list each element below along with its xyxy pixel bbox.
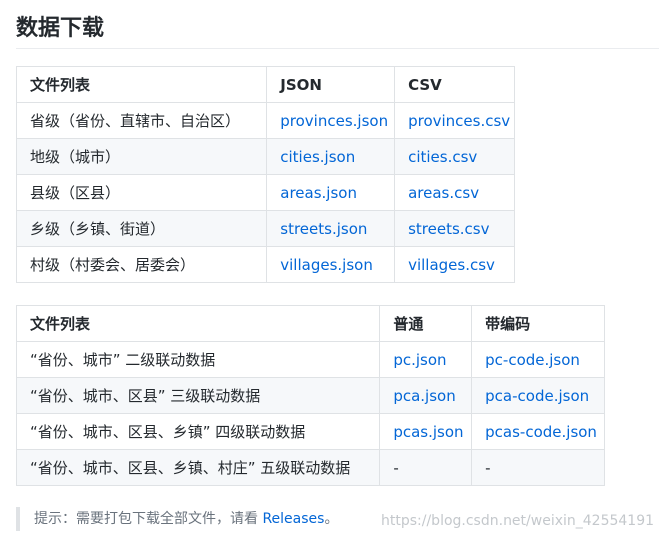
json-cell: areas.json [266, 174, 396, 211]
file-name-cell: “省份、城市、区县、乡镇” 四级联动数据 [15, 413, 381, 450]
json-cell: provinces.json [266, 102, 396, 139]
table-row: “省份、城市、区县、乡镇、村庄” 五级联动数据 - - [15, 449, 605, 486]
column-header-json: JSON [266, 66, 396, 103]
tip-text: 提示：需要打包下载全部文件，请看 [34, 511, 258, 527]
csv-file-link[interactable]: cities.csv [408, 148, 477, 166]
file-name-cell: “省份、城市、区县、乡镇、村庄” 五级联动数据 [15, 449, 381, 486]
plain-file-link[interactable]: pc.json [393, 351, 446, 369]
csv-cell: villages.csv [394, 246, 515, 283]
csv-cell: streets.csv [394, 210, 515, 247]
column-header-plain: 普通 [379, 305, 473, 342]
plain-cell: pc.json [379, 341, 473, 378]
file-name-cell: 省级（省份、直辖市、自治区） [15, 102, 268, 139]
table-row: “省份、城市” 二级联动数据 pc.json pc-code.json [15, 341, 605, 378]
file-name-cell: 村级（村委会、居委会） [15, 246, 268, 283]
csv-cell: cities.csv [394, 138, 515, 175]
json-cell: streets.json [266, 210, 396, 247]
file-name-cell: 县级（区县） [15, 174, 268, 211]
json-file-link[interactable]: streets.json [280, 220, 367, 238]
coded-cell: pc-code.json [471, 341, 605, 378]
table-row: “省份、城市、区县” 三级联动数据 pca.json pca-code.json [15, 377, 605, 414]
table-row: 乡级（乡镇、街道） streets.json streets.csv [15, 210, 515, 247]
coded-cell: - [471, 449, 605, 486]
json-file-link[interactable]: provinces.json [280, 112, 388, 130]
csv-file-link[interactable]: streets.csv [408, 220, 489, 238]
csv-cell: provinces.csv [394, 102, 515, 139]
unavailable-dash: - [485, 458, 491, 477]
plain-cell: pca.json [379, 377, 473, 414]
coded-file-link[interactable]: pca-code.json [485, 387, 589, 405]
table-row: 地级（城市） cities.json cities.csv [15, 138, 515, 175]
table-row: “省份、城市、区县、乡镇” 四级联动数据 pcas.json pcas-code… [15, 413, 605, 450]
json-file-link[interactable]: areas.json [280, 184, 357, 202]
plain-cell: - [379, 449, 473, 486]
table-header-row: 文件列表 普通 带编码 [15, 305, 605, 342]
json-cell: villages.json [266, 246, 396, 283]
coded-file-link[interactable]: pc-code.json [485, 351, 580, 369]
column-header-coded: 带编码 [471, 305, 605, 342]
file-name-cell: 乡级（乡镇、街道） [15, 210, 268, 247]
plain-cell: pcas.json [379, 413, 473, 450]
linkage-data-table: 文件列表 普通 带编码 “省份、城市” 二级联动数据 pc.json pc-co… [15, 305, 605, 486]
column-header-csv: CSV [394, 66, 515, 103]
table-row: 省级（省份、直辖市、自治区） provinces.json provinces.… [15, 102, 515, 139]
column-header-file-list: 文件列表 [15, 305, 381, 342]
title-divider [16, 48, 659, 49]
source-watermark: https://blog.csdn.net/weixin_42554191 [381, 513, 655, 529]
file-name-cell: “省份、城市、区县” 三级联动数据 [15, 377, 381, 414]
coded-file-link[interactable]: pcas-code.json [485, 423, 597, 441]
csv-file-link[interactable]: villages.csv [408, 256, 495, 274]
csv-file-link[interactable]: areas.csv [408, 184, 479, 202]
plain-file-link[interactable]: pcas.json [393, 423, 463, 441]
coded-cell: pca-code.json [471, 377, 605, 414]
releases-link[interactable]: Releases [262, 511, 324, 527]
column-header-file-list: 文件列表 [15, 66, 268, 103]
csv-cell: areas.csv [394, 174, 515, 211]
json-file-link[interactable]: cities.json [280, 148, 355, 166]
download-tip: 提示：需要打包下载全部文件，请看 Releases。 [16, 507, 338, 531]
tip-suffix: 。 [324, 511, 339, 527]
plain-file-link[interactable]: pca.json [393, 387, 455, 405]
json-cell: cities.json [266, 138, 396, 175]
file-name-cell: “省份、城市” 二级联动数据 [15, 341, 381, 378]
table-row: 村级（村委会、居委会） villages.json villages.csv [15, 246, 515, 283]
unavailable-dash: - [393, 458, 399, 477]
file-name-cell: 地级（城市） [15, 138, 268, 175]
page-title: 数据下载 [16, 16, 105, 41]
table-row: 县级（区县） areas.json areas.csv [15, 174, 515, 211]
file-download-table: 文件列表 JSON CSV 省级（省份、直辖市、自治区） provinces.j… [15, 66, 515, 283]
csv-file-link[interactable]: provinces.csv [408, 112, 510, 130]
table-header-row: 文件列表 JSON CSV [15, 66, 515, 103]
json-file-link[interactable]: villages.json [280, 256, 373, 274]
coded-cell: pcas-code.json [471, 413, 605, 450]
